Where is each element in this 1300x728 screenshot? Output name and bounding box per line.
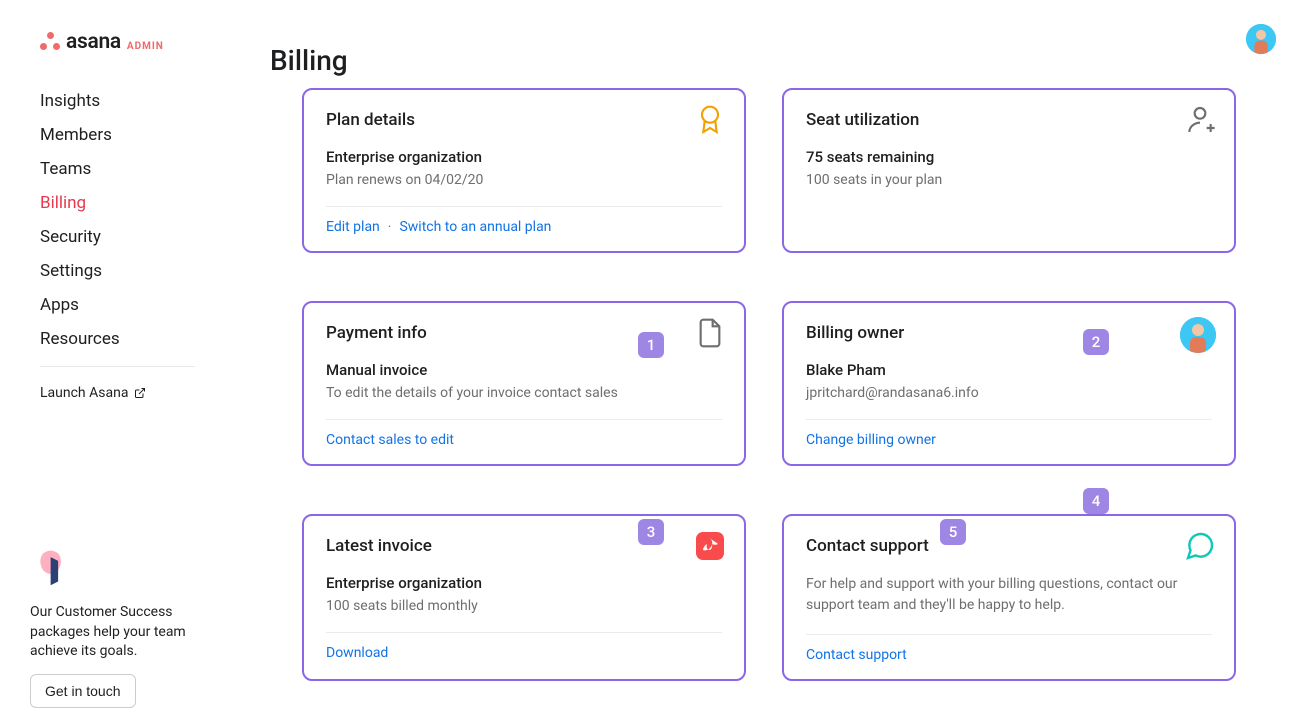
brand-suffix: ADMIN [127, 41, 164, 52]
change-owner-link[interactable]: Change billing owner [806, 432, 936, 448]
sidebar-item-billing[interactable]: Billing [40, 186, 235, 220]
award-icon [694, 104, 726, 136]
sidebar-item-security[interactable]: Security [40, 220, 235, 254]
annotation-badge-2: 2 [1083, 329, 1109, 355]
support-desc: For help and support with your billing q… [806, 574, 1212, 616]
owner-name: Blake Pham [806, 361, 1212, 379]
launch-asana-link[interactable]: Launch Asana [40, 385, 235, 401]
asana-logo-icon [40, 32, 60, 52]
annotation-badge-5: 5 [940, 519, 966, 545]
download-link[interactable]: Download [326, 645, 388, 661]
separator: · [388, 219, 392, 235]
billing-owner-card: Billing owner Blake Pham jpritchard@rand… [782, 301, 1236, 466]
seat-utilization-card: Seat utilization 75 seats remaining 100 … [782, 88, 1236, 253]
card-footer: Contact support [806, 634, 1212, 663]
promo-icon [30, 544, 75, 589]
sidebar-item-apps[interactable]: Apps [40, 288, 235, 322]
promo-box: Our Customer Success packages help your … [30, 544, 220, 708]
billing-cards: Plan details Enterprise organization Pla… [302, 88, 1236, 681]
external-link-icon [134, 387, 146, 399]
switch-annual-link[interactable]: Switch to an annual plan [399, 219, 551, 235]
seats-remaining: 75 seats remaining [806, 148, 1212, 166]
brand-logo: asana ADMIN [40, 30, 235, 54]
plan-renewal: Plan renews on 04/02/20 [326, 172, 722, 188]
card-footer: Contact sales to edit [326, 419, 722, 448]
annotation-badge-3: 3 [638, 519, 664, 545]
page-title: Billing [270, 44, 348, 77]
sidebar-nav: Insights Members Teams Billing Security … [40, 84, 235, 401]
card-title: Contact support [806, 536, 1212, 556]
payment-info-card: Payment info Manual invoice To edit the … [302, 301, 746, 466]
sidebar: asana ADMIN Insights Members Teams Billi… [0, 0, 235, 728]
contact-support-card: Contact support For help and support wit… [782, 514, 1236, 681]
owner-avatar [1180, 317, 1216, 353]
seats-total: 100 seats in your plan [806, 172, 1212, 188]
brand-name: asana [66, 30, 121, 54]
invoice-seats: 100 seats billed monthly [326, 598, 722, 614]
annotation-badge-1: 1 [638, 332, 664, 358]
chat-icon [1184, 530, 1216, 562]
card-title: Plan details [326, 110, 722, 130]
sidebar-item-teams[interactable]: Teams [40, 152, 235, 186]
owner-email: jpritchard@randasana6.info [806, 385, 1212, 401]
card-title: Seat utilization [806, 110, 1212, 130]
latest-invoice-card: Latest invoice Enterprise organization 1… [302, 514, 746, 681]
sidebar-item-insights[interactable]: Insights [40, 84, 235, 118]
edit-plan-link[interactable]: Edit plan [326, 219, 380, 235]
card-footer: Edit plan · Switch to an annual plan [326, 206, 722, 235]
sidebar-item-settings[interactable]: Settings [40, 254, 235, 288]
profile-avatar[interactable] [1246, 24, 1276, 54]
divider [40, 366, 195, 367]
user-add-icon [1184, 104, 1216, 136]
card-footer: Download [326, 632, 722, 661]
card-title: Billing owner [806, 323, 1212, 343]
pdf-icon [694, 530, 726, 562]
sidebar-item-resources[interactable]: Resources [40, 322, 235, 356]
promo-text: Our Customer Success packages help your … [30, 603, 220, 662]
card-footer: Change billing owner [806, 419, 1212, 448]
launch-label: Launch Asana [40, 385, 128, 401]
plan-details-card: Plan details Enterprise organization Pla… [302, 88, 746, 253]
invoice-org: Enterprise organization [326, 574, 722, 592]
get-in-touch-button[interactable]: Get in touch [30, 674, 136, 708]
invoice-method: Manual invoice [326, 361, 722, 379]
invoice-note: To edit the details of your invoice cont… [326, 385, 722, 401]
contact-sales-link[interactable]: Contact sales to edit [326, 432, 454, 448]
avatar-icon [1246, 24, 1276, 54]
file-icon [694, 317, 726, 349]
contact-support-link[interactable]: Contact support [806, 647, 907, 663]
annotation-badge-4: 4 [1083, 488, 1109, 514]
plan-org: Enterprise organization [326, 148, 722, 166]
sidebar-item-members[interactable]: Members [40, 118, 235, 152]
